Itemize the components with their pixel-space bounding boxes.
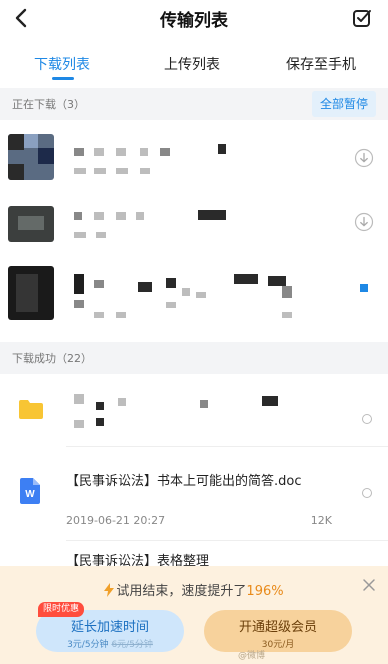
downloading-item[interactable] bbox=[0, 126, 388, 188]
file-thumbnail bbox=[8, 134, 54, 180]
downloading-count-label: 正在下载（3） bbox=[12, 98, 85, 111]
extend-label: 延长加速时间 bbox=[70, 620, 149, 635]
extend-price: 3元/5分钟 6元/5分钟 bbox=[67, 640, 153, 650]
watermark: @微博 bbox=[238, 651, 266, 661]
file-name: 【民事诉讼法】书本上可能出的简答.doc bbox=[66, 474, 302, 489]
tab-upload-list[interactable]: 上传列表 bbox=[164, 54, 220, 74]
downloaded-item[interactable]: 【民事诉讼法】表格整理 bbox=[0, 544, 388, 566]
file-date: 2019-06-21 17:23 bbox=[110, 432, 210, 445]
download-progress-indicator bbox=[360, 284, 368, 292]
promo-message: 试用结束，速度提升了196% bbox=[0, 580, 388, 599]
limited-offer-badge: 限时优惠 bbox=[38, 602, 85, 617]
speed-promo-panel: 试用结束，速度提升了196% 延长加速时间 3元/5分钟 6元/5分钟 限时优惠… bbox=[0, 566, 388, 664]
tab-bar: 下载列表 上传列表 保存至手机 bbox=[0, 46, 388, 84]
tab-save-to-phone[interactable]: 保存至手机 bbox=[286, 54, 356, 74]
edit-select-icon[interactable] bbox=[350, 6, 374, 30]
downloaded-section-header: 下载成功（22） bbox=[0, 342, 388, 374]
vip-price: 30元/月 bbox=[261, 640, 295, 650]
divider bbox=[66, 446, 388, 447]
page-title: 传输列表 bbox=[160, 11, 228, 31]
tab-download-list[interactable]: 下载列表 bbox=[34, 54, 90, 74]
open-super-vip-button[interactable]: 开通超级会员 30元/月 bbox=[204, 610, 352, 652]
folder-icon bbox=[19, 400, 43, 419]
downloading-item[interactable] bbox=[0, 192, 388, 254]
file-name: 【民事诉讼法】表格整理 bbox=[66, 554, 210, 566]
file-thumbnail bbox=[8, 206, 54, 242]
svg-text:W: W bbox=[25, 489, 35, 500]
active-tab-indicator bbox=[52, 77, 74, 80]
file-size: 12K bbox=[310, 514, 332, 527]
downloading-item[interactable] bbox=[0, 258, 388, 332]
download-icon[interactable] bbox=[354, 148, 374, 168]
downloaded-item[interactable]: 2019-06-21 17:23 bbox=[0, 376, 388, 446]
pause-all-button[interactable]: 全部暂停 bbox=[311, 91, 376, 117]
top-bar: 传输列表 bbox=[0, 0, 388, 40]
lightning-icon bbox=[104, 583, 115, 597]
file-thumbnail bbox=[8, 266, 54, 320]
divider bbox=[66, 540, 388, 541]
word-doc-icon: W bbox=[20, 478, 40, 504]
file-date: 2019-06-21 20:27 bbox=[66, 514, 166, 527]
select-radio[interactable] bbox=[362, 488, 372, 498]
select-radio[interactable] bbox=[362, 414, 372, 424]
speed-percent: 196% bbox=[246, 584, 284, 599]
downloaded-count-label: 下载成功（22） bbox=[12, 352, 92, 365]
download-icon[interactable] bbox=[354, 212, 374, 232]
vip-label: 开通超级会员 bbox=[238, 620, 317, 635]
downloaded-item[interactable]: W 【民事诉讼法】书本上可能出的简答.doc 2019-06-21 20:27 … bbox=[0, 452, 388, 552]
downloading-section-header: 正在下载（3） 全部暂停 bbox=[0, 88, 388, 120]
